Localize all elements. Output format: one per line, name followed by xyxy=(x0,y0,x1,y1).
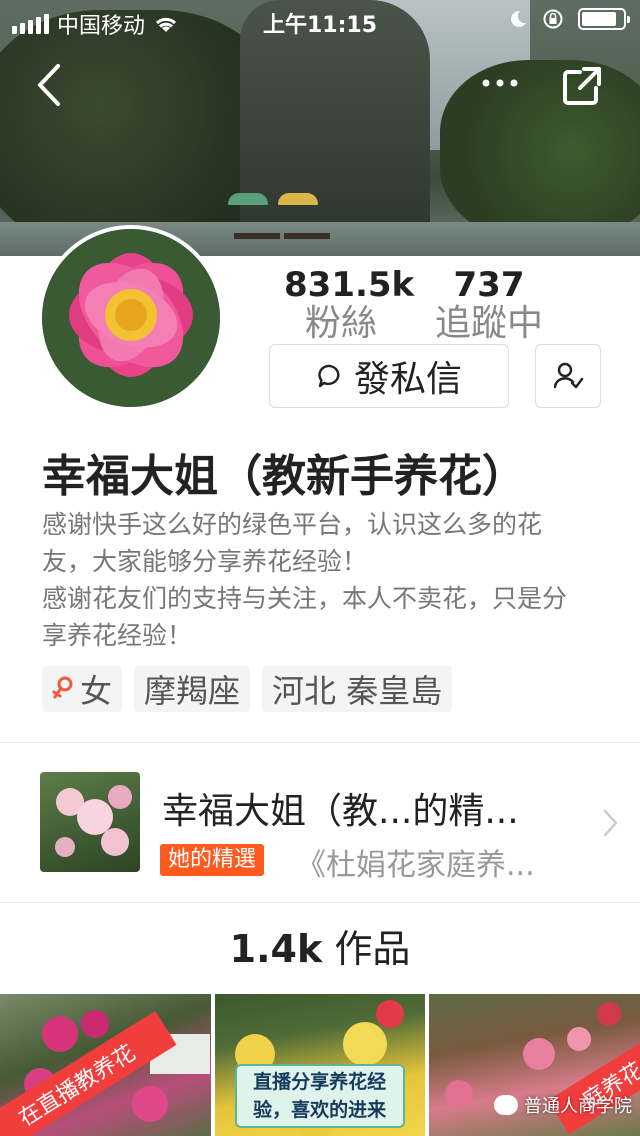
moon-icon xyxy=(511,10,526,27)
wechat-icon xyxy=(494,1095,518,1115)
watermark-text: 普通人商学院 xyxy=(524,1096,632,1117)
battery-icon xyxy=(578,8,630,30)
rotation-lock-icon xyxy=(543,9,563,29)
video-caption: 直播分享养花经 验，喜欢的进来 xyxy=(234,1064,405,1128)
female-icon xyxy=(52,676,73,699)
work-thumbnail[interactable]: 直播分享养花经 验，喜欢的进来 xyxy=(214,994,426,1136)
chat-bubble-icon xyxy=(318,364,340,388)
back-chevron-icon[interactable] xyxy=(30,60,70,110)
avatar-flower-image xyxy=(42,229,220,407)
followers-label: 粉絲 xyxy=(304,303,377,344)
featured-badge: 她的精選 xyxy=(160,844,265,876)
avatar[interactable] xyxy=(38,225,224,411)
collection-title: 幸福大姐（教...的精... xyxy=(162,791,519,832)
featured-collection[interactable]: 幸福大姐（教...的精... 她的精選 《杜娟花家庭养... xyxy=(0,742,640,902)
profile-tags: 女 摩羯座 河北 秦皇島 xyxy=(42,666,453,712)
location-label: 河北 秦皇島 xyxy=(272,672,443,710)
add-friend-icon xyxy=(553,362,584,389)
caption-line: 直播分享养花经 xyxy=(253,1071,387,1093)
send-message-button[interactable]: 發私信 xyxy=(269,344,509,408)
bio-line: 感谢快手这么好的绿色平台，认识这么多的花 xyxy=(42,510,543,539)
work-thumbnail[interactable]: 在直播教养花 xyxy=(0,994,211,1136)
chevron-right-icon xyxy=(603,809,618,837)
followers-count: 831.5k xyxy=(284,265,415,305)
followers-stat[interactable]: 831.5k 粉絲 xyxy=(284,265,415,344)
works-label: 作品 xyxy=(334,927,411,971)
divider xyxy=(0,902,640,903)
profile-name: 幸福大姐（教新手养花） xyxy=(42,451,526,502)
following-count: 737 xyxy=(453,265,525,305)
send-message-label: 發私信 xyxy=(353,359,462,400)
bio-line: 友，大家能够分享养花经验！ xyxy=(42,547,368,576)
works-count: 1.4k xyxy=(229,927,323,971)
zodiac-label: 摩羯座 xyxy=(144,672,241,710)
works-tab[interactable]: 1.4k 作品 xyxy=(0,918,640,973)
collection-thumbnail xyxy=(40,772,140,872)
share-icon[interactable] xyxy=(560,64,604,108)
profile-bio: 感谢快手这么好的绿色平台，认识这么多的花 友，大家能够分享养花经验！ 感谢花友们… xyxy=(42,506,612,654)
location-tag: 河北 秦皇島 xyxy=(262,666,453,712)
status-bar: 中国移动 上午11:15 xyxy=(0,0,640,40)
zodiac-tag: 摩羯座 xyxy=(134,666,251,712)
add-friend-button[interactable] xyxy=(535,344,601,408)
gender-tag: 女 xyxy=(42,666,123,712)
bio-line: 享养花经验！ xyxy=(42,621,193,650)
bio-line: 感谢花友们的支持与关注，本人不卖花，只是分 xyxy=(42,584,568,613)
caption-line: 验，喜欢的进来 xyxy=(253,1099,387,1121)
more-dots-icon[interactable] xyxy=(478,68,522,98)
following-stat[interactable]: 737 追蹤中 xyxy=(424,268,554,344)
following-label: 追蹤中 xyxy=(434,303,543,344)
watermark: 普通人商学院 xyxy=(494,1092,632,1118)
collection-subtitle: 《杜娟花家庭养... xyxy=(296,848,535,883)
gender-label: 女 xyxy=(80,672,113,710)
